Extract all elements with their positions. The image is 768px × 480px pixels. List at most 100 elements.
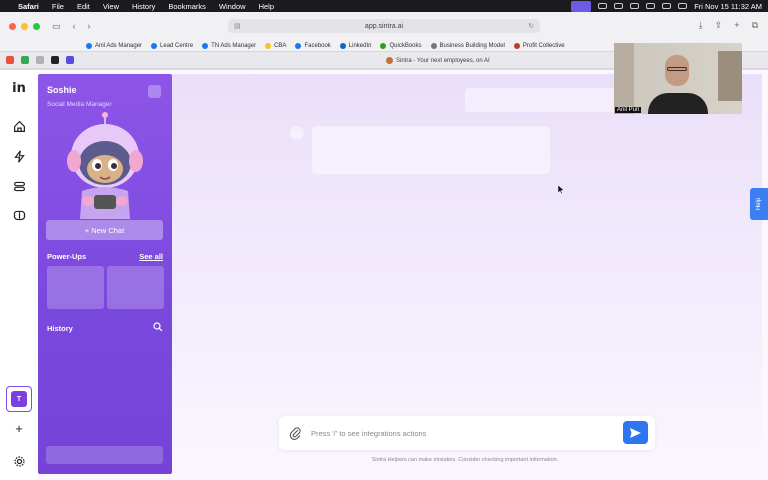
collapse-sidebar-button[interactable]	[148, 85, 161, 98]
bookmark-item[interactable]: Business Building Model	[430, 42, 505, 49]
bookmark-item[interactable]: Facebook	[295, 42, 331, 49]
pinned-tab-icon[interactable]	[6, 56, 14, 64]
pinned-tabs	[6, 56, 74, 64]
bookmark-favicon-icon	[339, 42, 346, 49]
message-composer[interactable]: Press '/' to see integrations actions	[279, 416, 655, 450]
chat-area	[172, 74, 762, 474]
helper-name: Soshie	[47, 85, 77, 95]
pinned-tab-icon[interactable]	[66, 56, 74, 64]
bookmark-favicon-icon	[86, 42, 92, 49]
download-icon[interactable]: ⤓	[699, 20, 703, 31]
menu-bookmarks[interactable]: Bookmarks	[168, 2, 206, 11]
add-icon[interactable]: +	[11, 420, 27, 436]
paperclip-icon[interactable]	[289, 426, 301, 440]
menubar-clock[interactable]: Fri Nov 15 11:32 AM	[694, 2, 762, 11]
forward-icon[interactable]: ›	[88, 21, 91, 31]
bookmark-item[interactable]: LinkedIn	[339, 42, 371, 49]
browser-toolbar: ▭ ‹ › ▤ app.sintra.ai ↻ ⤓ ⇪ + ⧉	[0, 12, 768, 40]
bookmark-favicon-icon	[295, 42, 302, 49]
webcam-background	[614, 43, 634, 114]
wifi-icon[interactable]	[662, 3, 672, 9]
bookmark-favicon-icon	[380, 42, 387, 49]
menubar-status-area: Fri Nov 15 11:32 AM	[571, 0, 762, 12]
bookmark-item[interactable]: TN Ads Manager	[202, 42, 256, 49]
mouse-cursor-icon	[558, 185, 564, 194]
bookmark-favicon-icon	[430, 42, 437, 49]
message-input[interactable]: Press '/' to see integrations actions	[311, 429, 426, 438]
pinned-tab-icon[interactable]	[51, 56, 59, 64]
close-window-button[interactable]	[9, 22, 16, 30]
status-icon[interactable]	[630, 3, 640, 9]
lightning-icon[interactable]	[11, 148, 27, 164]
send-icon	[630, 427, 641, 438]
reload-icon[interactable]: ↻	[528, 22, 534, 30]
new-tab-icon[interactable]: +	[734, 20, 739, 31]
brain-icon[interactable]	[11, 207, 27, 223]
menu-help[interactable]: Help	[259, 2, 274, 11]
bookmark-favicon-icon	[202, 42, 209, 49]
powerup-card[interactable]	[107, 266, 164, 309]
url-text: app.sintra.ai	[364, 22, 404, 30]
pinned-tab-icon[interactable]	[36, 56, 44, 64]
loading-placeholder	[465, 88, 631, 112]
zoom-window-button[interactable]	[33, 22, 40, 30]
share-icon[interactable]: ⇪	[715, 20, 723, 31]
active-tab[interactable]: Sintra - Your next employees, on AI	[386, 57, 490, 64]
help-tab[interactable]: Help	[750, 188, 768, 220]
helper-sidebar: Soshie Social Media Manager + New Chat P…	[38, 74, 172, 474]
loading-placeholder	[312, 126, 550, 174]
bookmark-favicon-icon	[151, 42, 158, 49]
status-icon[interactable]	[598, 3, 608, 9]
pinned-tab-icon[interactable]	[21, 56, 29, 64]
menu-file[interactable]: File	[52, 2, 64, 11]
tab-overview-icon[interactable]: ⧉	[752, 20, 758, 31]
presenter-body	[648, 93, 708, 114]
new-chat-button[interactable]: + New Chat	[46, 220, 163, 240]
powerups-title: Power-Ups	[47, 252, 87, 261]
search-icon[interactable]	[678, 3, 688, 9]
loading-placeholder	[290, 126, 304, 140]
see-all-link[interactable]: See all	[139, 252, 163, 261]
settings-sliders-icon[interactable]	[11, 178, 27, 194]
menu-edit[interactable]: Edit	[77, 2, 90, 11]
bookmark-label: QuickBooks	[389, 42, 422, 49]
status-icon[interactable]	[646, 3, 656, 9]
macos-menubar: Safari File Edit View History Bookmarks …	[0, 0, 768, 12]
bookmark-item[interactable]: QuickBooks	[380, 42, 422, 49]
bookmark-item[interactable]: Profit Collective	[513, 42, 565, 49]
page-settings-icon[interactable]: ▤	[234, 22, 241, 30]
menu-window[interactable]: Window	[219, 2, 246, 11]
search-icon[interactable]	[153, 322, 163, 332]
minimize-window-button[interactable]	[21, 22, 28, 30]
icon-rail: in T +	[0, 70, 38, 480]
status-icon[interactable]	[614, 3, 624, 9]
helper-role: Social Media Manager	[47, 101, 112, 108]
bookmark-label: Lead Centre	[160, 42, 194, 49]
bookmark-item[interactable]: Anil Ads Manager	[86, 42, 143, 49]
sintra-app: in T + Soshie Social Media Manager + New…	[0, 70, 768, 480]
bookmark-label: Business Building Model	[439, 42, 505, 49]
bookmark-favicon-icon	[265, 42, 272, 49]
address-bar[interactable]: ▤ app.sintra.ai ↻	[228, 19, 540, 33]
active-workspace-button[interactable]: T	[6, 386, 32, 412]
send-button[interactable]	[623, 421, 648, 444]
bookmark-label: Anil Ads Manager	[95, 42, 143, 49]
sidebar-toggle-icon[interactable]: ▭	[52, 21, 61, 32]
bookmark-label: Facebook	[304, 42, 331, 49]
workspace-initial: T	[11, 391, 27, 407]
screen-record-icon[interactable]	[571, 0, 592, 12]
history-title: History	[47, 324, 73, 333]
sintra-logo-icon[interactable]: in	[11, 80, 27, 96]
menu-safari[interactable]: Safari	[18, 2, 39, 11]
powerup-card[interactable]	[47, 266, 104, 309]
back-icon[interactable]: ‹	[73, 21, 76, 31]
webcam-background	[718, 51, 742, 101]
bookmark-item[interactable]: CBA	[265, 42, 286, 49]
menu-history[interactable]: History	[132, 2, 155, 11]
presenter-name: Anil Puri	[615, 107, 642, 113]
tab-title: Sintra - Your next employees, on AI	[396, 57, 490, 64]
sintra-favicon-icon	[386, 57, 393, 64]
home-icon[interactable]	[11, 118, 27, 134]
menu-view[interactable]: View	[103, 2, 119, 11]
bookmark-item[interactable]: Lead Centre	[151, 42, 194, 49]
